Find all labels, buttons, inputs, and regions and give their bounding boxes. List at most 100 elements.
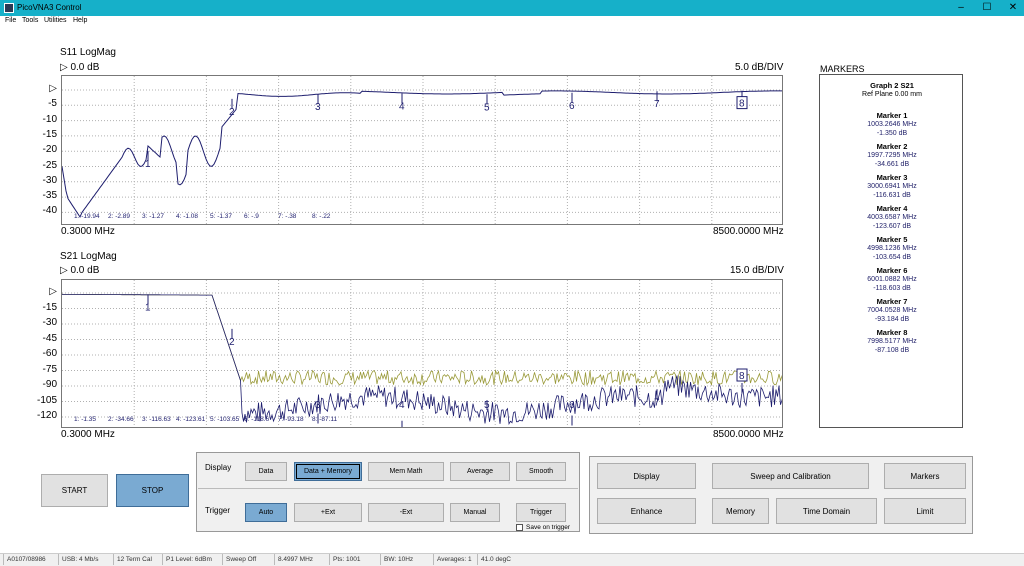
marker-title: Marker 6 xyxy=(876,266,908,275)
marker-frequency: 6001.0882 MHz xyxy=(867,276,917,283)
marker-entry: Marker 4 4003.6587 MHz -123.607 dB xyxy=(820,204,964,231)
plot2-start-freq: 0.3000 MHz xyxy=(61,429,115,440)
s11-marker-label[interactable]: 3 xyxy=(315,102,321,113)
trigger-label: Trigger xyxy=(205,506,231,515)
plot1-ytick: -40 xyxy=(42,205,57,217)
marker-entry: Marker 2 1997.7295 MHz -34.661 dB xyxy=(820,142,964,169)
trigger-minus-ext-button[interactable]: -Ext xyxy=(368,503,444,522)
plot1-ytick: -20 xyxy=(42,144,57,156)
plot1-start-freq: 0.3000 MHz xyxy=(61,226,115,237)
s21-marker-readout: 7: -93.18 xyxy=(278,416,304,423)
limit-button[interactable]: Limit xyxy=(884,498,966,524)
group-divider xyxy=(198,488,578,489)
status-separator xyxy=(222,554,223,565)
save-on-trigger-checkbox[interactable] xyxy=(516,524,523,531)
s11-marker-label[interactable]: 6 xyxy=(569,101,575,112)
plot1-stop-freq: 8500.0000 MHz xyxy=(713,226,784,237)
s11-marker-readout: 7: -.38 xyxy=(278,213,297,220)
plot1-ytick: -15 xyxy=(42,128,57,140)
marker-value: -123.607 dB xyxy=(872,223,912,230)
display-average-button[interactable]: Average xyxy=(450,462,510,481)
plot1-ytick: -30 xyxy=(42,174,57,186)
marker-title: Marker 7 xyxy=(876,297,908,306)
s11-marker-readout: 3: -1.27 xyxy=(142,213,164,220)
s21-marker-readout: 3: -116.63 xyxy=(142,416,171,423)
trigger-auto-button[interactable]: Auto xyxy=(245,503,287,522)
marker-title: Marker 3 xyxy=(876,173,908,182)
s21-marker-readout: 8: -87.11 xyxy=(312,416,338,423)
status-field: Sweep Off xyxy=(226,556,257,563)
stop-button[interactable]: STOP xyxy=(116,474,189,507)
close-button[interactable]: ✕ xyxy=(998,0,1024,16)
menu-help[interactable]: Help xyxy=(73,17,87,24)
marker-frequency: 7004.0528 MHz xyxy=(867,307,917,314)
s21-marker-readout: 4: -123.61 xyxy=(176,416,206,423)
marker-frequency: 1997.7295 MHz xyxy=(867,152,917,159)
enhance-button[interactable]: Enhance xyxy=(597,498,696,524)
start-button[interactable]: START xyxy=(41,474,108,507)
menu-bar xyxy=(0,16,1024,28)
status-separator xyxy=(113,554,114,565)
trigger-button[interactable]: Trigger xyxy=(516,503,566,522)
trigger-plus-ext-button[interactable]: +Ext xyxy=(294,503,362,522)
s21-marker-label[interactable]: 2 xyxy=(229,337,235,348)
status-separator xyxy=(274,554,275,565)
menu-display-button[interactable]: Display xyxy=(597,463,696,489)
s11-marker-label[interactable]: 1 xyxy=(145,159,151,170)
s21-marker-label[interactable]: 7 xyxy=(654,397,660,408)
status-bar xyxy=(0,553,1024,566)
marker-entry: Marker 3 3000.6941 MHz -116.631 dB xyxy=(820,173,964,200)
status-field: 12 Term Cal xyxy=(117,556,152,563)
menu-tools[interactable]: Tools xyxy=(22,17,38,24)
s21-plot[interactable]: 1 2 3 4 5 6 7 8 1: -1.35 2: -34.66 3: -116.63 4: -1… xyxy=(61,279,783,428)
menu-file[interactable]: File xyxy=(5,17,16,24)
s21-marker-label[interactable]: 6 xyxy=(569,400,575,411)
memory-button[interactable]: Memory xyxy=(712,498,769,524)
display-data-button[interactable]: Data xyxy=(245,462,287,481)
plot2-ytick: -60 xyxy=(42,348,57,359)
s11-marker-label[interactable]: 8 xyxy=(739,99,745,110)
s21-marker-label[interactable]: 4 xyxy=(399,400,405,411)
plot1-scale: 5.0 dB/DIV xyxy=(735,62,784,73)
s11-marker-readout: 5: -1.37 xyxy=(210,213,232,220)
marker-entry: Marker 8 7998.5177 MHz -87.108 dB xyxy=(820,328,964,355)
s11-marker-label[interactable]: 7 xyxy=(654,99,660,110)
status-field: BW: 10Hz xyxy=(384,556,414,563)
plot2-ytick: -75 xyxy=(42,363,57,375)
s11-marker-label[interactable]: 5 xyxy=(484,102,490,113)
menu-markers-button[interactable]: Markers xyxy=(884,463,966,489)
s21-marker-label[interactable]: 5 xyxy=(484,400,490,411)
s21-marker-label[interactable]: 3 xyxy=(315,400,321,411)
display-mem-math-button[interactable]: Mem Math xyxy=(368,462,444,481)
marker-value: -87.108 dB xyxy=(874,347,910,354)
marker-entry: Marker 6 6001.0882 MHz -118.603 dB xyxy=(820,266,964,293)
marker-frequency: 1003.2646 MHz xyxy=(867,121,917,128)
s11-marker-label[interactable]: 4 xyxy=(399,101,405,112)
marker-title: Marker 2 xyxy=(876,142,908,151)
s21-marker-label[interactable]: 1 xyxy=(145,302,151,313)
display-smooth-button[interactable]: Smooth xyxy=(516,462,566,481)
marker-value: -116.631 dB xyxy=(873,192,911,199)
window-title: PicoVNA3 Control xyxy=(17,3,82,12)
menu-utilities[interactable]: Utilities xyxy=(44,17,67,24)
display-data-memory-button[interactable]: Data + Memory xyxy=(294,462,362,481)
s11-plot[interactable]: 1 2 3 4 5 6 7 8 1: -19.94 2: -2.89 3: -1.27 4: -1.0… xyxy=(61,75,783,225)
marker-frequency: 7998.5177 MHz xyxy=(867,338,917,345)
marker-title: Marker 4 xyxy=(876,204,908,213)
status-separator xyxy=(3,554,4,565)
time-domain-button[interactable]: Time Domain xyxy=(776,498,877,524)
s21-marker-label[interactable]: 8 xyxy=(739,371,745,382)
s11-marker-readout: 2: -2.89 xyxy=(108,213,130,220)
trigger-manual-button[interactable]: Manual xyxy=(450,503,500,522)
marker-value: -34.661 dB xyxy=(874,161,910,168)
s21-marker-readout: 5: -103.65 xyxy=(210,416,240,423)
marker-title: Marker 1 xyxy=(876,111,908,120)
sweep-calibration-button[interactable]: Sweep and Calibration xyxy=(712,463,869,489)
s11-marker-readout: 4: -1.08 xyxy=(176,213,198,220)
status-field: 41.0 degC xyxy=(481,556,511,563)
plot2-ref-level: ▷ 0.0 dB xyxy=(60,265,100,276)
plot2-ytick: -45 xyxy=(42,332,57,344)
markers-heading: MARKERS xyxy=(820,64,865,74)
s11-marker-label[interactable]: 2 xyxy=(229,107,235,118)
plot2-stop-freq: 8500.0000 MHz xyxy=(713,429,784,440)
